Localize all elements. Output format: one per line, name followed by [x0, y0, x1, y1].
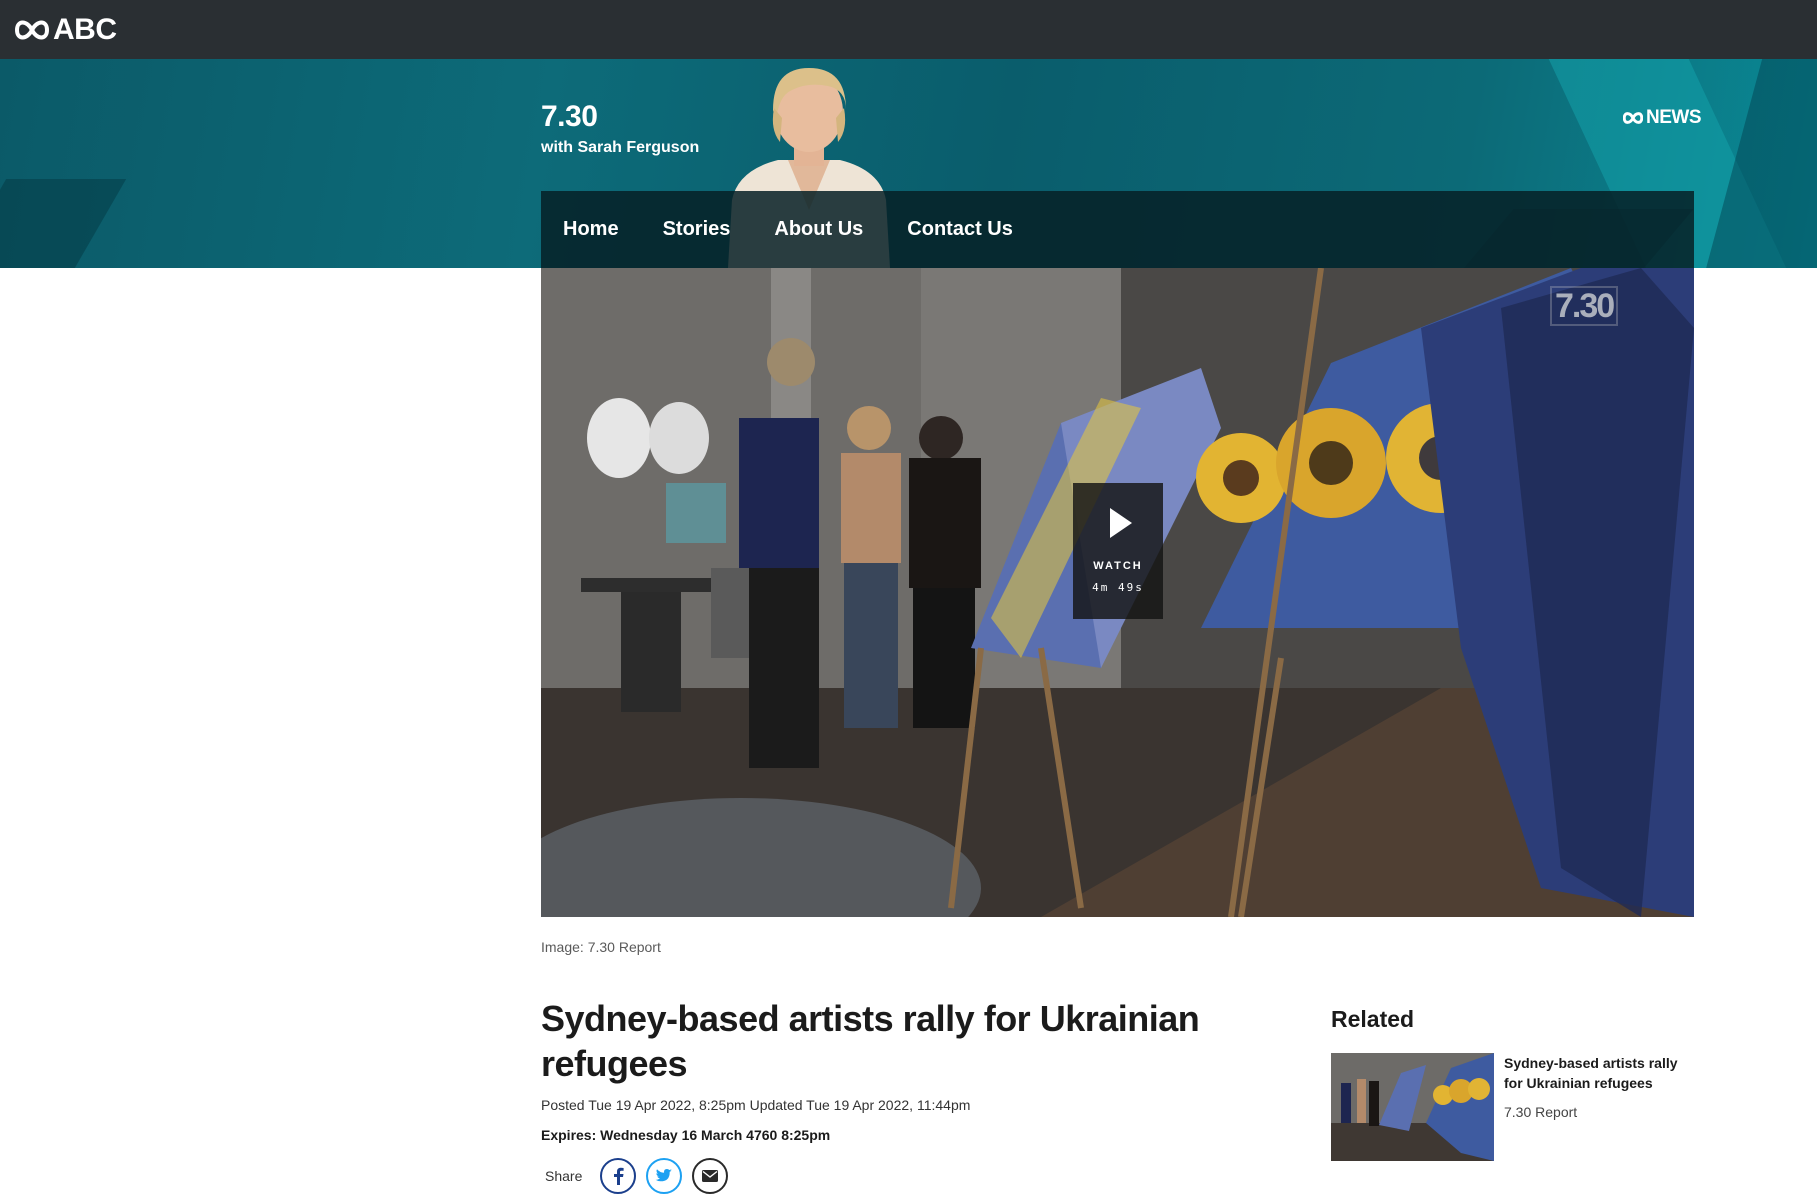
- share-bar: Share: [545, 1158, 729, 1194]
- news-logo-text: NEWS: [1646, 107, 1702, 128]
- facebook-icon: [614, 1167, 624, 1185]
- program-nav: Home Stories About Us Contact Us: [541, 191, 1694, 268]
- nav-about-us[interactable]: About Us: [774, 218, 863, 241]
- program-subtitle: with Sarah Ferguson: [541, 139, 700, 156]
- abc-lissajous-icon: [15, 20, 49, 39]
- program-title[interactable]: 7.30: [541, 100, 598, 134]
- abc-brand-text: ABC: [53, 12, 117, 46]
- abc-logo-link[interactable]: ABC: [15, 13, 117, 47]
- related-item-source: 7.30 Report: [1504, 1104, 1578, 1120]
- play-icon: [1110, 508, 1132, 538]
- abc-news-logo[interactable]: NEWS: [1623, 107, 1702, 129]
- article-headline: Sydney-based artists rally for Ukrainian…: [541, 998, 1200, 1084]
- image-caption: Image: 7.30 Report: [541, 939, 661, 955]
- article-expires: Expires: Wednesday 16 March 4760 8:25pm: [541, 1127, 831, 1143]
- twitter-icon: [655, 1169, 673, 1182]
- share-twitter-button[interactable]: [646, 1158, 683, 1194]
- related-item-thumbnail[interactable]: [1331, 1053, 1494, 1161]
- related-heading: Related: [1331, 1006, 1415, 1032]
- hero-video[interactable]: 7.30 WATCH 4m 49s: [541, 268, 1694, 917]
- video-duration: 4m 49s: [1092, 581, 1144, 594]
- nav-contact-us[interactable]: Contact Us: [907, 218, 1013, 241]
- abc-lissajous-small-icon: [1623, 112, 1643, 124]
- video-channel-bug: 7.30: [1550, 286, 1619, 326]
- nav-stories[interactable]: Stories: [663, 218, 731, 241]
- share-facebook-button[interactable]: [600, 1158, 637, 1194]
- watch-label: WATCH: [1093, 560, 1143, 572]
- article-dates: Posted Tue 19 Apr 2022, 8:25pm Updated T…: [541, 1097, 971, 1113]
- related-thumbnail-image: [1331, 1053, 1494, 1161]
- abc-top-bar: ABC: [0, 0, 1817, 59]
- watch-video-button[interactable]: WATCH 4m 49s: [1073, 483, 1163, 619]
- email-icon: [702, 1170, 719, 1182]
- share-label: Share: [545, 1168, 583, 1184]
- share-email-button[interactable]: [692, 1158, 729, 1194]
- nav-home[interactable]: Home: [563, 218, 619, 241]
- related-item-headline[interactable]: Sydney-based artists rally for Ukrainian…: [1504, 1053, 1694, 1093]
